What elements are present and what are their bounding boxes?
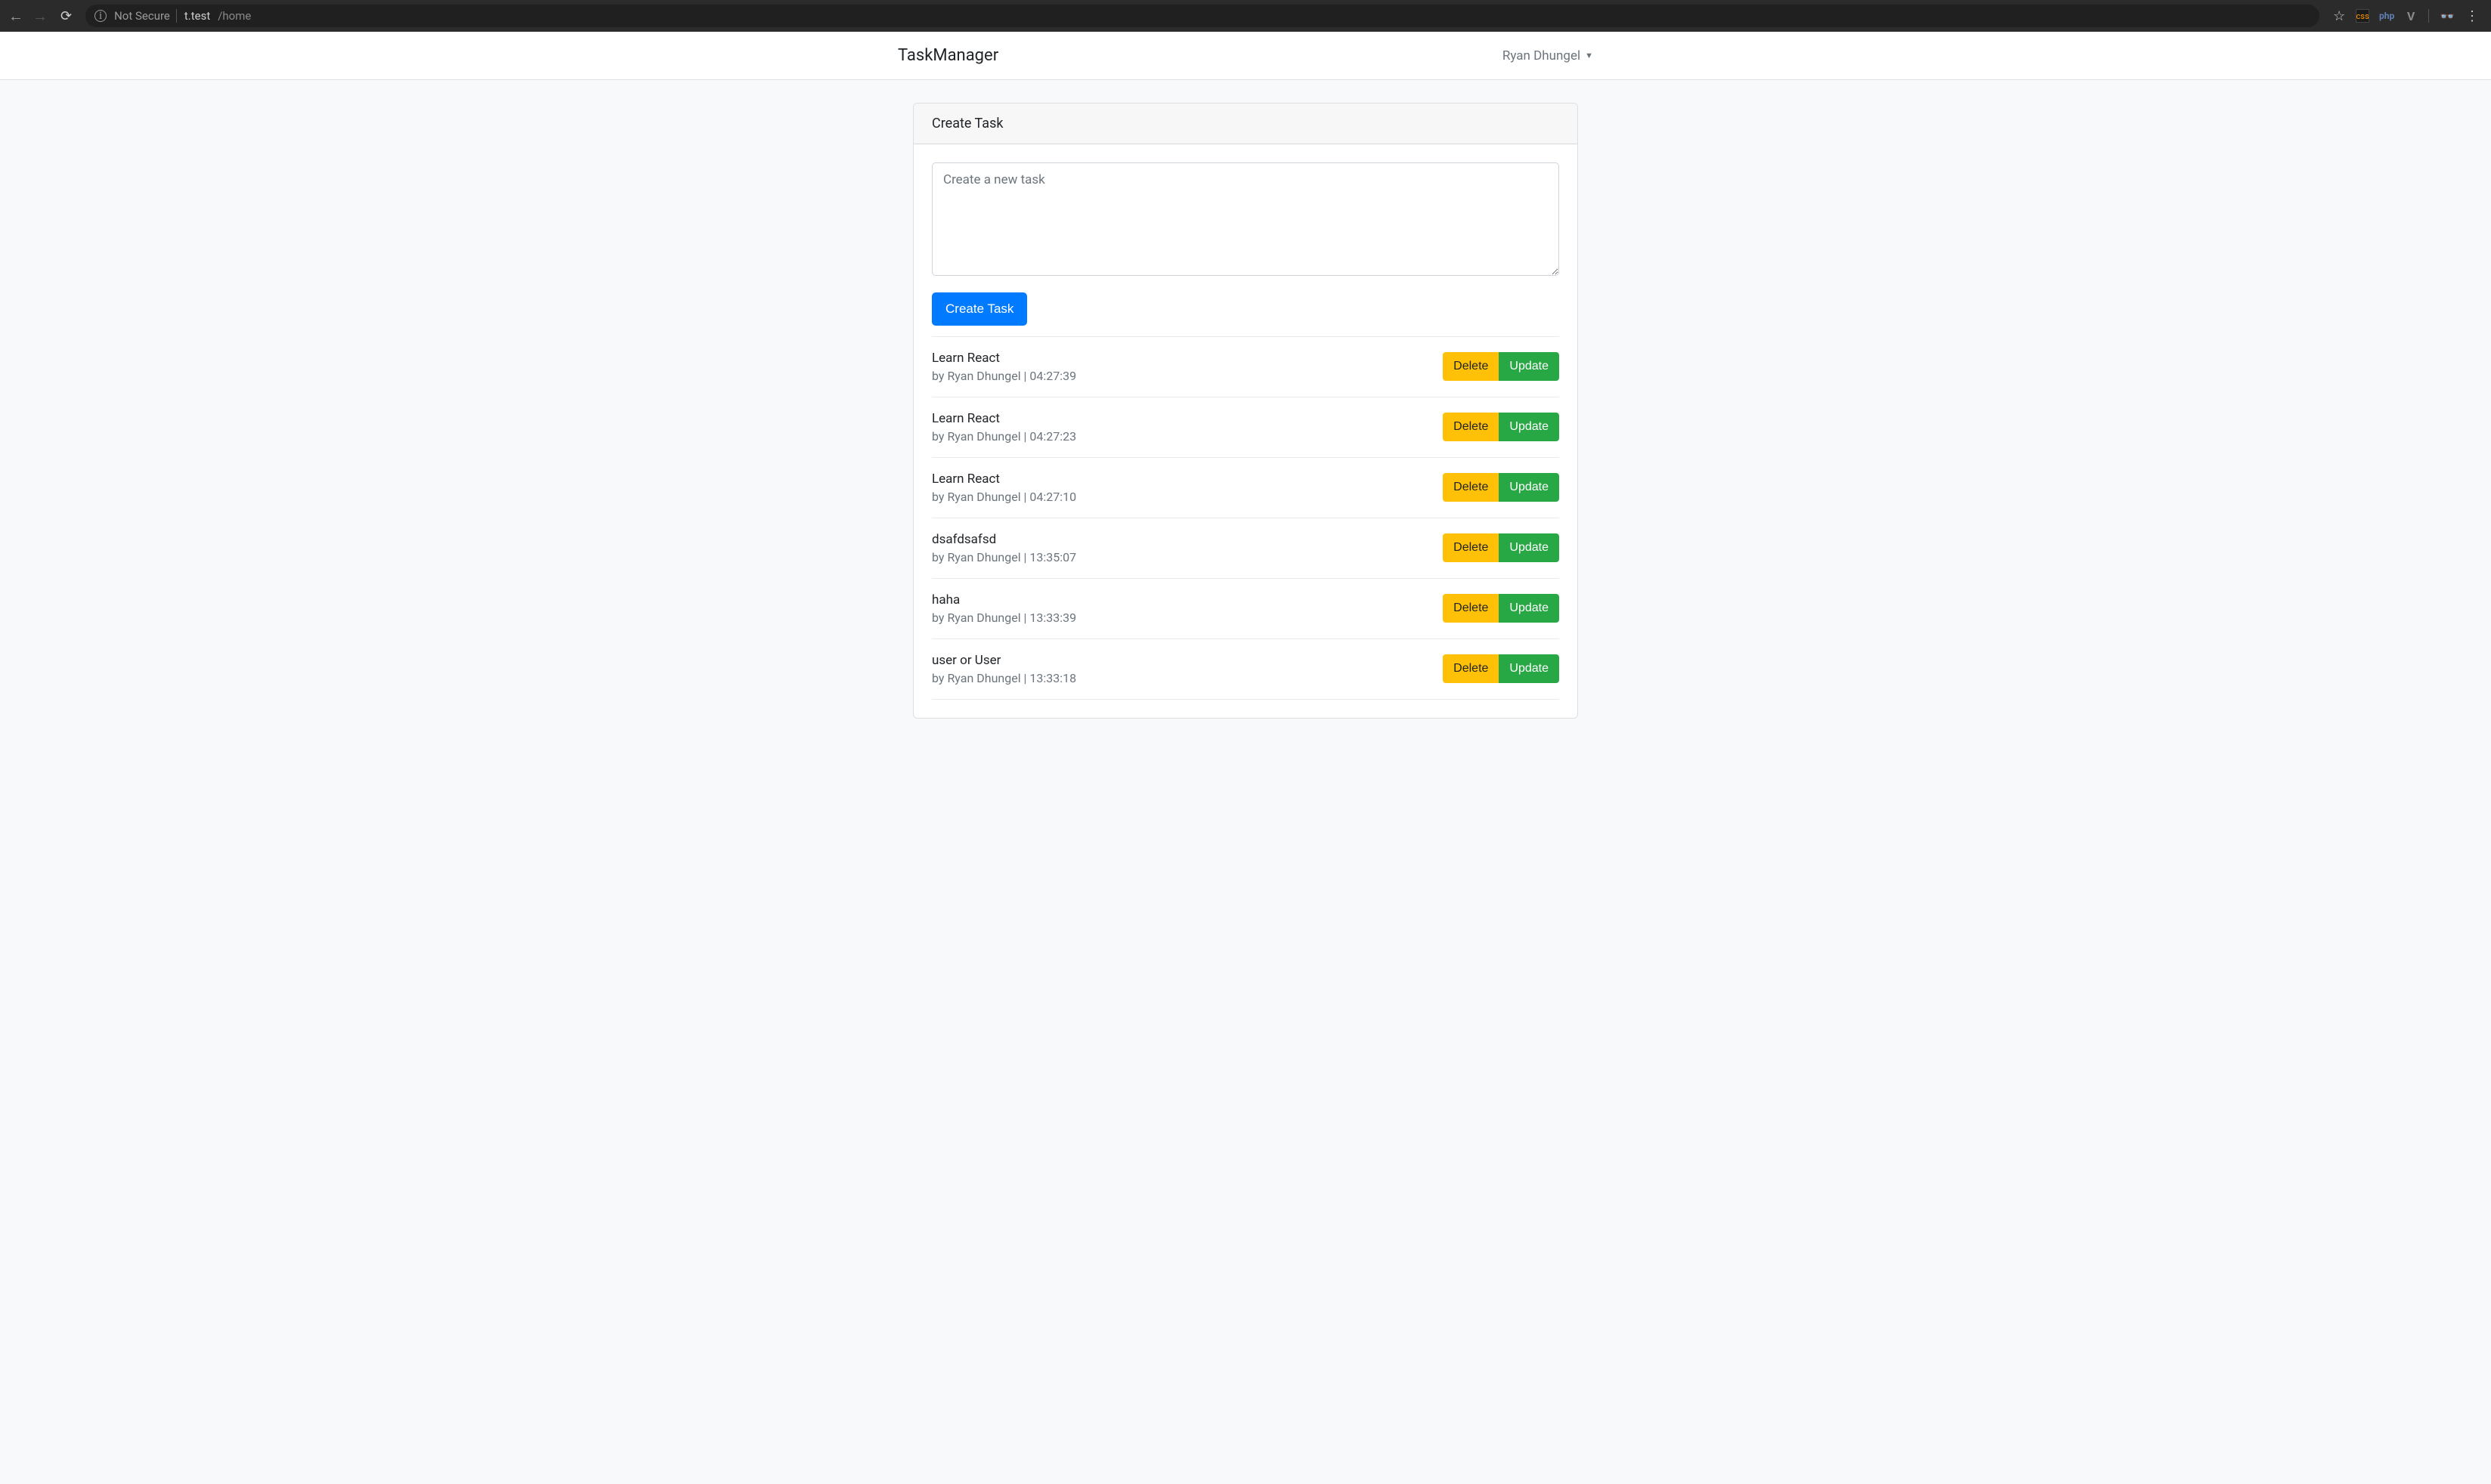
task-title: dsafdsafsd	[932, 532, 1076, 547]
task-info: Learn React by Ryan Dhungel | 04:27:10	[932, 471, 1076, 504]
update-button[interactable]: Update	[1499, 594, 1559, 623]
task-info: dsafdsafsd by Ryan Dhungel | 13:35:07	[932, 532, 1076, 564]
task-list: Learn React by Ryan Dhungel | 04:27:39 D…	[932, 336, 1559, 700]
menu-icon[interactable]: ⋮	[2465, 8, 2479, 24]
delete-button[interactable]: Delete	[1443, 473, 1499, 502]
update-button[interactable]: Update	[1499, 654, 1559, 683]
task-title: Learn React	[932, 351, 1076, 366]
task-item: dsafdsafsd by Ryan Dhungel | 13:35:07 De…	[932, 518, 1559, 579]
task-info: Learn React by Ryan Dhungel | 04:27:23	[932, 411, 1076, 444]
incognito-icon[interactable]: 👓	[2440, 9, 2455, 23]
task-title: Learn React	[932, 471, 1076, 487]
task-meta: by Ryan Dhungel | 04:27:10	[932, 490, 1076, 504]
user-dropdown[interactable]: Ryan Dhungel ▼	[1502, 48, 1593, 63]
task-item: user or User by Ryan Dhungel | 13:33:18 …	[932, 639, 1559, 700]
task-info: Learn React by Ryan Dhungel | 04:27:39	[932, 351, 1076, 383]
update-button[interactable]: Update	[1499, 473, 1559, 502]
task-title: Learn React	[932, 411, 1076, 426]
task-info: user or User by Ryan Dhungel | 13:33:18	[932, 653, 1076, 685]
update-button[interactable]: Update	[1499, 533, 1559, 562]
task-actions: Delete Update	[1443, 352, 1559, 381]
update-button[interactable]: Update	[1499, 413, 1559, 441]
task-title: user or User	[932, 653, 1076, 668]
task-item: Learn React by Ryan Dhungel | 04:27:10 D…	[932, 458, 1559, 518]
url-host: t.test	[184, 9, 210, 23]
browser-toolbar: ← → ⟳ i Not Secure t.test/home ☆ css php…	[0, 0, 2491, 32]
extension-php-icon[interactable]: php	[2380, 9, 2394, 23]
task-item: Learn React by Ryan Dhungel | 04:27:39 D…	[932, 336, 1559, 397]
task-info: haha by Ryan Dhungel | 13:33:39	[932, 592, 1076, 625]
create-task-card: Create Task Create Task Learn React by R…	[913, 103, 1578, 719]
delete-button[interactable]: Delete	[1443, 533, 1499, 562]
delete-button[interactable]: Delete	[1443, 413, 1499, 441]
extension-vue-icon[interactable]: V	[2404, 9, 2418, 23]
task-meta: by Ryan Dhungel | 04:27:23	[932, 429, 1076, 444]
delete-button[interactable]: Delete	[1443, 654, 1499, 683]
task-actions: Delete Update	[1443, 654, 1559, 683]
task-actions: Delete Update	[1443, 413, 1559, 441]
task-meta: by Ryan Dhungel | 04:27:39	[932, 369, 1076, 383]
task-actions: Delete Update	[1443, 594, 1559, 623]
task-item: Learn React by Ryan Dhungel | 04:27:23 D…	[932, 397, 1559, 458]
task-actions: Delete Update	[1443, 473, 1559, 502]
forward-button[interactable]: →	[32, 7, 48, 26]
task-meta: by Ryan Dhungel | 13:35:07	[932, 550, 1076, 564]
info-icon[interactable]: i	[94, 10, 107, 22]
task-meta: by Ryan Dhungel | 13:33:18	[932, 671, 1076, 685]
main-container: Create Task Create Task Learn React by R…	[913, 103, 1578, 719]
update-button[interactable]: Update	[1499, 352, 1559, 381]
brand-title[interactable]: TaskManager	[898, 46, 998, 65]
address-bar[interactable]: i Not Secure t.test/home	[85, 5, 2319, 27]
user-name: Ryan Dhungel	[1502, 48, 1580, 63]
card-header: Create Task	[914, 104, 1577, 144]
reload-button[interactable]: ⟳	[60, 8, 72, 24]
extension-css-icon[interactable]: css	[2356, 9, 2369, 23]
create-task-button[interactable]: Create Task	[932, 292, 1027, 326]
task-actions: Delete Update	[1443, 533, 1559, 562]
delete-button[interactable]: Delete	[1443, 594, 1499, 623]
task-meta: by Ryan Dhungel | 13:33:39	[932, 611, 1076, 625]
task-item: haha by Ryan Dhungel | 13:33:39 Delete U…	[932, 579, 1559, 639]
url-path: /home	[218, 9, 251, 23]
app-navbar: TaskManager Ryan Dhungel ▼	[0, 32, 2491, 80]
bookmark-icon[interactable]: ☆	[2333, 8, 2345, 24]
divider	[2428, 9, 2429, 23]
task-input[interactable]	[932, 162, 1559, 276]
back-button[interactable]: ←	[8, 7, 24, 26]
security-status: Not Secure	[114, 9, 177, 23]
task-title: haha	[932, 592, 1076, 608]
delete-button[interactable]: Delete	[1443, 352, 1499, 381]
caret-down-icon: ▼	[1585, 51, 1593, 60]
